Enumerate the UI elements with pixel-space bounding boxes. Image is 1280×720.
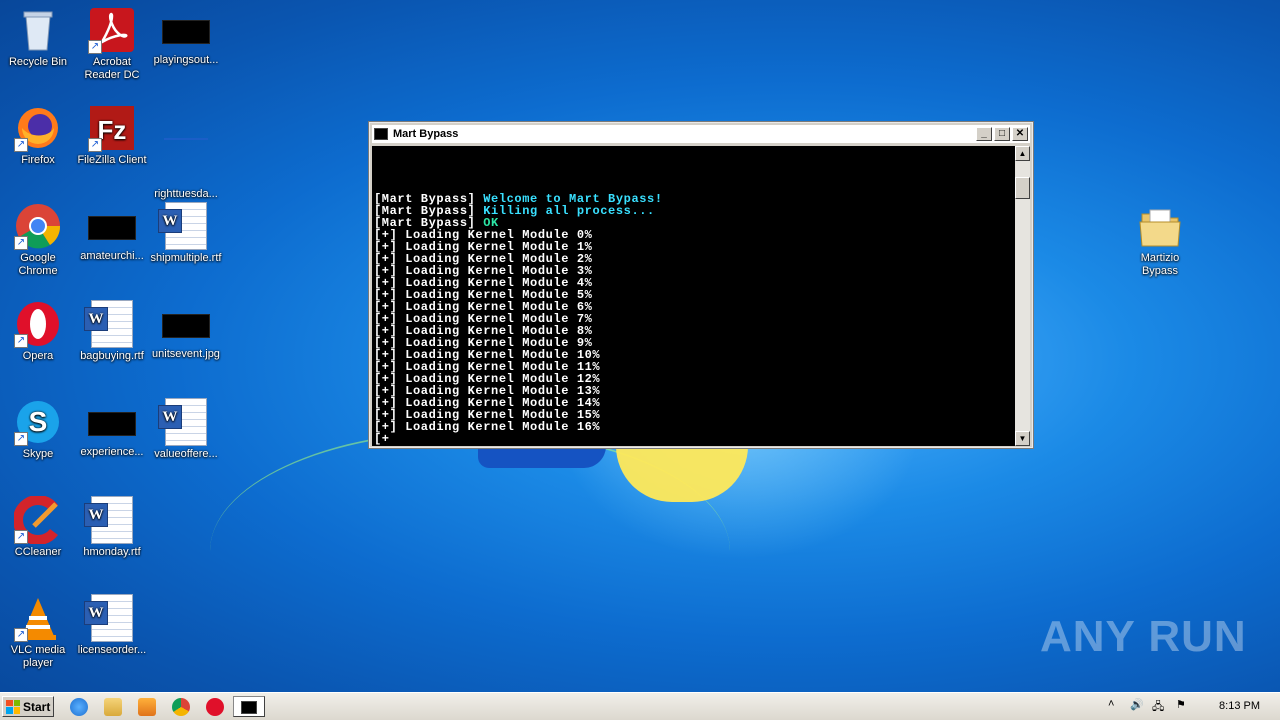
amateurchi-file-icon[interactable]: amateurchi... — [74, 202, 150, 263]
icon-label: Opera — [22, 350, 54, 362]
scroll-up-arrow-icon[interactable]: ▲ — [1015, 146, 1030, 161]
playingsout-file-icon[interactable]: playingsout... — [148, 6, 224, 67]
network-icon[interactable]: 🖧 — [1152, 698, 1164, 717]
console-line-text: [+ — [374, 432, 390, 446]
recycle-bin-icon[interactable]: Recycle Bin — [0, 6, 76, 69]
scroll-down-arrow-icon[interactable]: ▼ — [1015, 431, 1030, 446]
icon-label: Acrobat Reader DC — [84, 56, 140, 81]
mart-bypass-taskbar-button[interactable] — [233, 696, 265, 717]
opera-icon[interactable]: ↗ Opera — [0, 300, 76, 363]
console-output[interactable]: [Mart Bypass] Welcome to Mart Bypass! [Ma… — [372, 146, 1015, 446]
taskbar: Start ˄ 🔊 🖧 ⚑ 8:13 PM — [0, 692, 1280, 720]
icon-label: playingsout... — [153, 54, 219, 66]
internet-explorer-icon[interactable] — [70, 698, 88, 716]
vertical-scrollbar[interactable]: ▲ ▼ — [1015, 146, 1030, 446]
console-taskbar-icon — [241, 701, 257, 714]
volume-icon[interactable]: 🔊 — [1130, 698, 1144, 711]
console-line-text: Killing all process... — [475, 204, 655, 218]
action-center-flag-icon[interactable]: ⚑ — [1176, 698, 1186, 711]
clock[interactable]: 8:13 PM — [1219, 700, 1260, 712]
icon-label: hmonday.rtf — [83, 546, 141, 558]
opera-taskbar-icon[interactable] — [206, 698, 224, 716]
console-app-icon — [374, 128, 388, 140]
google-chrome-icon[interactable]: ↗ Google Chrome — [0, 202, 76, 278]
shipmultiple-word-icon[interactable]: W shipmultiple.rtf — [148, 202, 224, 265]
scroll-thumb[interactable] — [1015, 177, 1030, 199]
console-lines: [Mart Bypass] Welcome to Mart Bypass! [Ma… — [374, 193, 663, 445]
icon-label: shipmultiple.rtf — [150, 252, 222, 264]
icon-label: righttuesda... — [154, 188, 218, 200]
window-title: Mart Bypass — [393, 128, 459, 140]
minimize-button[interactable]: _ — [976, 127, 992, 141]
ccleaner-icon[interactable]: ↗ CCleaner — [0, 495, 76, 559]
file-explorer-icon[interactable] — [104, 698, 122, 716]
icon-label: CCleaner — [14, 546, 62, 558]
hmonday-word-icon[interactable]: W hmonday.rtf — [74, 496, 150, 559]
console-line: [+] Loading Kernel Module 16% — [374, 421, 663, 433]
start-label: Start — [23, 699, 51, 714]
icon-label: VLC media player — [10, 644, 66, 669]
desktop: Recycle Bin ↗ Firefox ↗ Google Chrome ↗ … — [0, 0, 1280, 692]
vlc-media-player-icon[interactable]: ↗ VLC media player — [0, 594, 76, 670]
icon-label: Firefox — [21, 154, 55, 166]
martizio-bypass-folder-icon[interactable]: Martizio Bypass — [1122, 202, 1198, 278]
logo-blue-pane — [478, 446, 606, 468]
logo-yellow-pane — [616, 446, 748, 502]
acrobat-reader-icon[interactable]: ↗ Acrobat Reader DC — [74, 6, 150, 82]
skype-icon[interactable]: S ↗ Skype — [0, 398, 76, 461]
icon-label: licenseorder... — [77, 644, 147, 656]
icon-label: Martizio Bypass — [1140, 252, 1180, 277]
show-hidden-icons-chevron-icon[interactable]: ˄ — [1108, 698, 1114, 710]
icon-label: bagbuying.rtf — [80, 350, 144, 362]
bagbuying-word-icon[interactable]: W bagbuying.rtf — [74, 300, 150, 363]
filezilla-icon[interactable]: Fz ↗ FileZilla Client — [74, 104, 150, 167]
righttuesda-file-icon[interactable]: righttuesda... — [148, 104, 224, 201]
mart-bypass-window[interactable]: Mart Bypass _ □ ✕ [Mart Bypass] Welcome … — [368, 121, 1034, 449]
unitsevent-image-icon[interactable]: unitsevent.jpg — [148, 300, 224, 361]
media-player-icon[interactable] — [138, 698, 156, 716]
icon-label: Google Chrome — [18, 252, 58, 277]
close-button[interactable]: ✕ — [1012, 127, 1028, 141]
icon-label: experience... — [80, 446, 144, 458]
svg-text:S: S — [29, 406, 48, 437]
console-line-text: [+] Loading Kernel Module 16% — [374, 420, 601, 434]
maximize-button[interactable]: □ — [994, 127, 1010, 141]
windows-flag-icon — [6, 699, 20, 714]
system-tray: ˄ 🔊 🖧 ⚑ 8:13 PM — [1102, 696, 1278, 717]
icon-label: unitsevent.jpg — [152, 348, 220, 360]
icon-label: FileZilla Client — [77, 154, 147, 166]
start-button[interactable]: Start — [2, 696, 54, 717]
licenseorder-word-icon[interactable]: W licenseorder... — [74, 594, 150, 657]
console-line: [+ — [374, 433, 663, 445]
firefox-icon[interactable]: ↗ Firefox — [0, 104, 76, 167]
icon-label: amateurchi... — [80, 250, 144, 262]
icon-label: Skype — [22, 448, 54, 460]
valueoffere-word-icon[interactable]: W valueoffere... — [148, 398, 224, 461]
anyrun-watermark: ANY RUN — [1040, 612, 1247, 661]
icon-label: Recycle Bin — [8, 56, 68, 68]
window-titlebar[interactable]: Mart Bypass _ □ ✕ — [372, 125, 1030, 143]
experience-file-icon[interactable]: experience... — [74, 398, 150, 459]
chrome-taskbar-icon[interactable] — [172, 698, 190, 716]
icon-label: valueoffere... — [154, 448, 218, 460]
